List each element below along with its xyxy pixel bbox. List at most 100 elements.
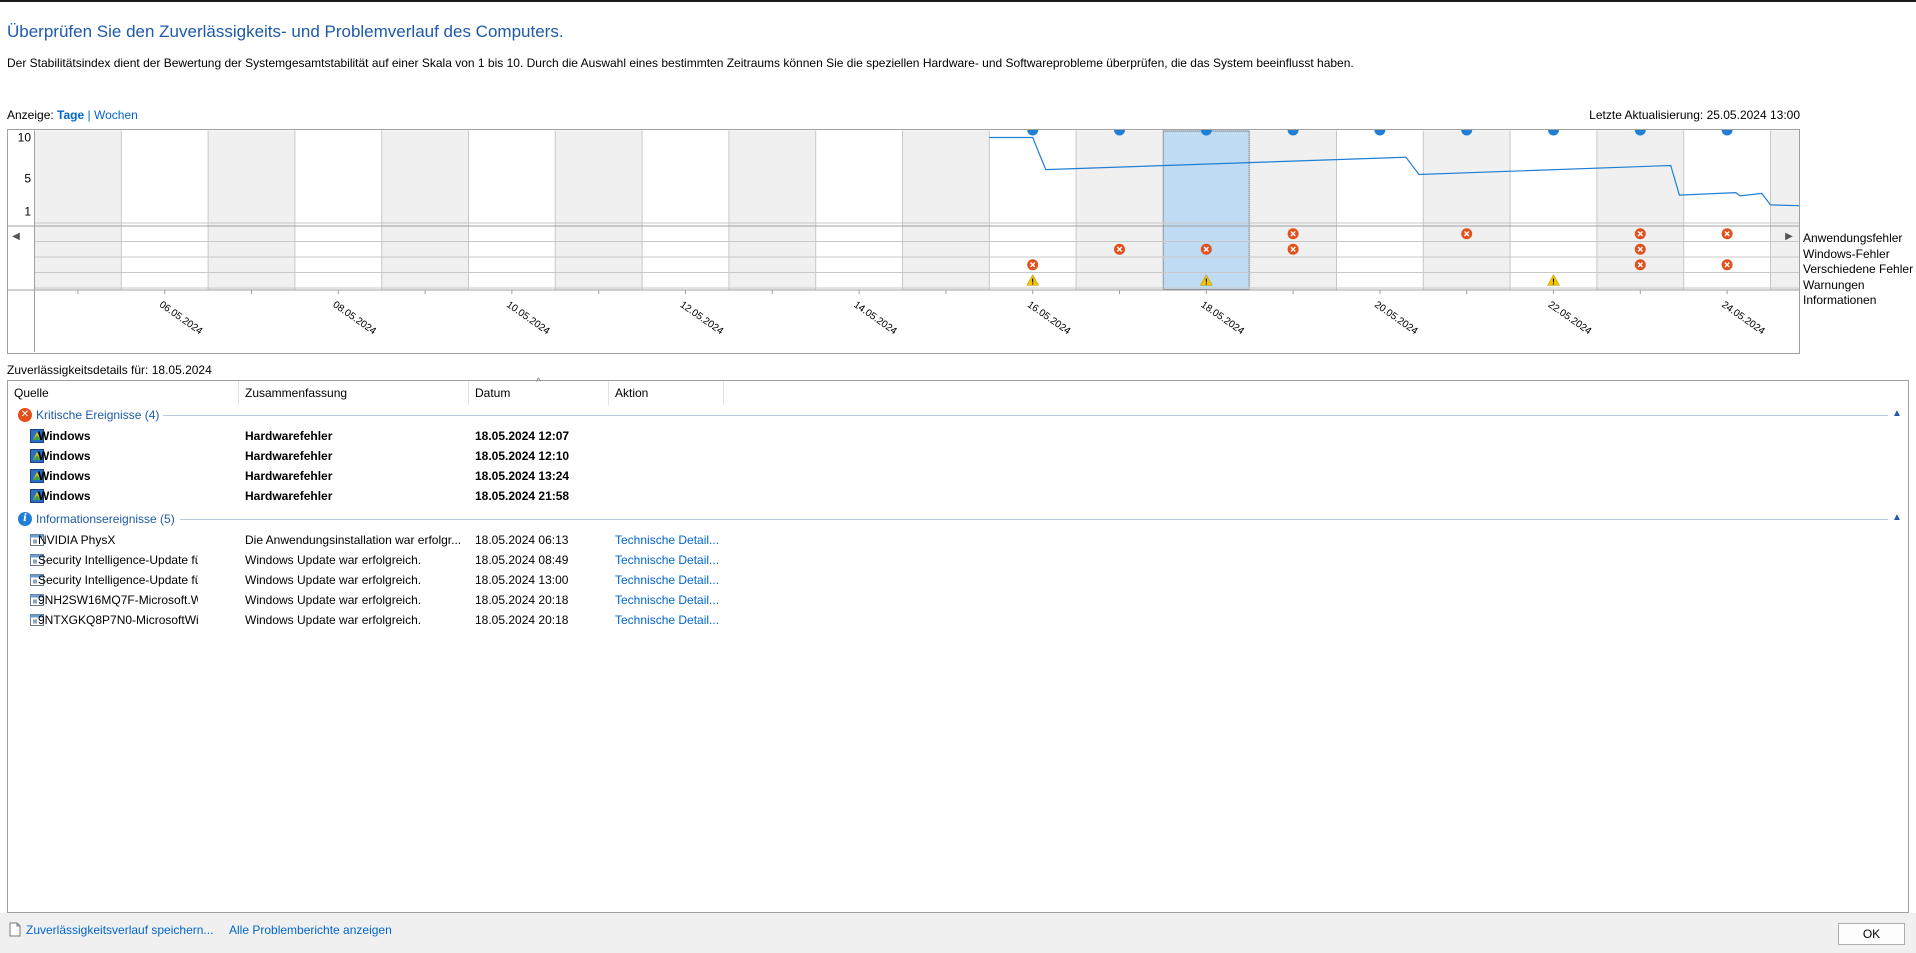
event-date: 18.05.2024 12:10 xyxy=(475,449,570,463)
event-date: 18.05.2024 21:58 xyxy=(475,489,570,503)
table-row[interactable]: Windows Hardwarefehler 18.05.2024 21:58 xyxy=(8,486,1908,506)
event-date: 18.05.2024 08:49 xyxy=(475,553,569,567)
document-icon xyxy=(9,922,21,937)
column-header-action[interactable]: Aktion xyxy=(609,381,724,405)
info-letter: i xyxy=(1639,130,1643,133)
last-update-text: Letzte Aktualisierung: 25.05.2024 13:00 xyxy=(1589,108,1800,122)
stability-chart[interactable]: 1051!!!!iiiiiiiiii06.05.202408.05.202410… xyxy=(8,130,1799,353)
day-column-shade xyxy=(902,130,990,290)
details-panel: Quelle Zusammenfassung Datum Aktion ^ ✕ … xyxy=(7,377,1909,913)
day-column-shade xyxy=(728,130,816,290)
date-label: 14.05.2024 xyxy=(851,299,899,337)
critical-error-icon: ✕ xyxy=(18,408,32,422)
event-source: 9NH2SW16MQ7F-Microsoft.Wind... xyxy=(38,593,198,607)
collapse-critical-icon[interactable]: ▲ xyxy=(1892,408,1902,419)
event-summary: Windows Update war erfolgreich. xyxy=(245,553,422,567)
day-column-shade xyxy=(1423,130,1511,290)
information-events-group[interactable]: i Informationsereignisse (5) xyxy=(18,510,175,528)
event-date: 18.05.2024 20:18 xyxy=(475,593,569,607)
warning-exclamation: ! xyxy=(1031,277,1034,286)
y-tick-label: 10 xyxy=(18,131,32,145)
technical-details-link[interactable]: Technische Detail... xyxy=(615,590,725,610)
event-summary: Windows Update war erfolgreich. xyxy=(245,593,422,607)
technical-details-link[interactable]: Technische Detail... xyxy=(615,550,725,570)
event-summary: Hardwarefehler xyxy=(245,429,333,443)
information-icon: i xyxy=(18,512,32,526)
day-column-shade xyxy=(208,130,295,290)
selected-day-highlight[interactable] xyxy=(1162,130,1250,291)
group-divider xyxy=(180,519,1888,520)
event-date: 18.05.2024 13:00 xyxy=(475,573,569,587)
day-column-shade xyxy=(381,130,469,290)
critical-events-group[interactable]: ✕ Kritische Ereignisse (4) xyxy=(18,406,159,424)
table-row[interactable]: Windows Hardwarefehler 18.05.2024 12:10 xyxy=(8,446,1908,466)
view-weeks-link[interactable]: Wochen xyxy=(94,108,138,122)
event-summary: Windows Update war erfolgreich. xyxy=(245,613,422,627)
row-label-windows-errors: Windows-Fehler xyxy=(1803,246,1890,261)
event-source: Security Intelligence-Update für M... xyxy=(38,553,198,567)
date-label: 10.05.2024 xyxy=(504,299,552,337)
view-days-link[interactable]: Tage xyxy=(57,108,84,122)
view-selector: Anzeige: Tage | Wochen xyxy=(7,108,138,122)
info-letter: i xyxy=(1031,130,1035,133)
collapse-info-icon[interactable]: ▲ xyxy=(1892,512,1902,523)
column-header-summary[interactable]: Zusammenfassung xyxy=(239,381,469,405)
sort-ascending-icon: ^ xyxy=(536,377,541,388)
day-column-shade xyxy=(555,130,643,290)
ok-button[interactable]: OK xyxy=(1838,923,1905,945)
window-top-border xyxy=(0,0,1916,2)
critical-group-label: Kritische Ereignisse (4) xyxy=(36,408,160,422)
event-date: 18.05.2024 06:13 xyxy=(475,533,569,547)
table-row[interactable]: Windows Hardwarefehler 18.05.2024 13:24 xyxy=(8,466,1908,486)
chart-scroll-right-button[interactable]: ▶ xyxy=(1783,231,1795,247)
info-letter: i xyxy=(1552,130,1556,133)
group-divider xyxy=(163,415,1888,416)
event-source: Windows xyxy=(38,429,91,443)
view-label: Anzeige: xyxy=(7,108,54,122)
view-separator: | xyxy=(87,108,91,122)
event-date: 18.05.2024 12:07 xyxy=(475,429,570,443)
info-letter: i xyxy=(1725,130,1729,133)
technical-details-link[interactable]: Technische Detail... xyxy=(615,570,725,590)
event-summary: Die Anwendungsinstallation war erfolgr..… xyxy=(245,533,462,547)
event-source: Security Intelligence-Update für M... xyxy=(38,573,198,587)
date-label: 08.05.2024 xyxy=(331,299,379,337)
date-label: 24.05.2024 xyxy=(1719,299,1767,337)
row-label-information: Informationen xyxy=(1803,293,1877,307)
warning-exclamation: ! xyxy=(1205,277,1208,286)
y-tick-label: 1 xyxy=(24,205,31,219)
date-label: 18.05.2024 xyxy=(1199,299,1247,337)
day-column-shade xyxy=(1770,130,1799,290)
date-label: 06.05.2024 xyxy=(157,299,205,337)
event-source: Windows xyxy=(38,449,91,463)
event-summary: Hardwarefehler xyxy=(245,449,333,463)
table-row[interactable]: Windows Hardwarefehler 18.05.2024 12:07 xyxy=(8,426,1908,446)
chart-scroll-left-button[interactable]: ◀ xyxy=(10,231,22,247)
date-label: 12.05.2024 xyxy=(678,299,726,337)
column-header-source[interactable]: Quelle xyxy=(8,381,239,405)
day-column-shade xyxy=(1249,130,1337,290)
row-label-application-errors: Anwendungsfehler xyxy=(1803,231,1903,245)
date-label: 16.05.2024 xyxy=(1025,299,1073,337)
date-label: 22.05.2024 xyxy=(1546,299,1594,337)
warning-exclamation: ! xyxy=(1552,277,1555,286)
info-letter: i xyxy=(1378,130,1382,133)
info-letter: i xyxy=(1205,130,1209,133)
event-source: NVIDIA PhysX xyxy=(38,533,116,547)
event-source: Windows xyxy=(38,469,91,483)
table-row[interactable]: Security Intelligence-Update für M... Win… xyxy=(8,550,1908,570)
view-all-reports-link[interactable]: Alle Problemberichte anzeigen xyxy=(229,923,392,937)
table-row[interactable]: Security Intelligence-Update für M... Win… xyxy=(8,570,1908,590)
event-source: Windows xyxy=(38,489,91,503)
table-row[interactable]: 9NH2SW16MQ7F-Microsoft.Wind... Windows Up… xyxy=(8,590,1908,610)
info-letter: i xyxy=(1291,130,1295,133)
page-description: Der Stabilitätsindex dient der Bewertung… xyxy=(7,56,1354,70)
technical-details-link[interactable]: Technische Detail... xyxy=(615,530,725,550)
table-row[interactable]: 9NTXGKQ8P7N0-MicrosoftWindo... Windows Up… xyxy=(8,610,1908,630)
save-history-link[interactable]: Zuverlässigkeitsverlauf speichern... xyxy=(26,923,213,937)
technical-details-link[interactable]: Technische Detail... xyxy=(615,610,725,630)
day-column-shade xyxy=(1076,130,1163,290)
table-row[interactable]: NVIDIA PhysX Die Anwendungsinstallation w… xyxy=(8,530,1908,550)
event-summary: Hardwarefehler xyxy=(245,489,333,503)
row-label-warnings: Warnungen xyxy=(1803,277,1865,292)
